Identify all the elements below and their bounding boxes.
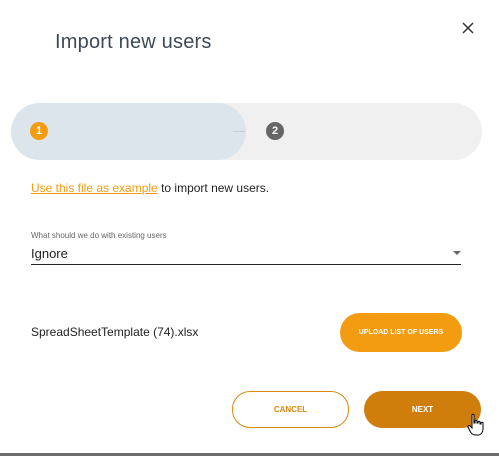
selected-file-name: SpreadSheetTemplate (74).xlsx xyxy=(31,325,199,339)
existing-users-select[interactable]: Ignore xyxy=(31,242,461,265)
upload-users-button[interactable]: UPLOAD LIST OF USERS xyxy=(340,313,462,352)
import-users-dialog: Import new users 1 2 Use this file as ex… xyxy=(0,0,499,453)
example-suffix: to import new users. xyxy=(157,181,270,195)
step-divider xyxy=(233,131,245,132)
step-1-badge: 1 xyxy=(30,122,48,140)
close-button[interactable] xyxy=(458,18,478,38)
dialog-title: Import new users xyxy=(55,31,212,53)
existing-users-value: Ignore xyxy=(31,246,68,261)
cancel-button[interactable]: CANCEL xyxy=(232,391,349,428)
stepper: 1 2 xyxy=(11,103,482,160)
hand-cursor-icon xyxy=(467,413,484,436)
existing-users-label: What should we do with existing users xyxy=(31,231,167,240)
example-file-link[interactable]: Use this file as example xyxy=(31,181,158,195)
step-2-badge[interactable]: 2 xyxy=(266,122,284,140)
close-icon xyxy=(462,22,474,34)
next-button[interactable]: NEXT xyxy=(364,391,481,428)
example-instruction: Use this file as example to import new u… xyxy=(31,181,269,195)
dropdown-arrow-icon xyxy=(453,251,461,255)
